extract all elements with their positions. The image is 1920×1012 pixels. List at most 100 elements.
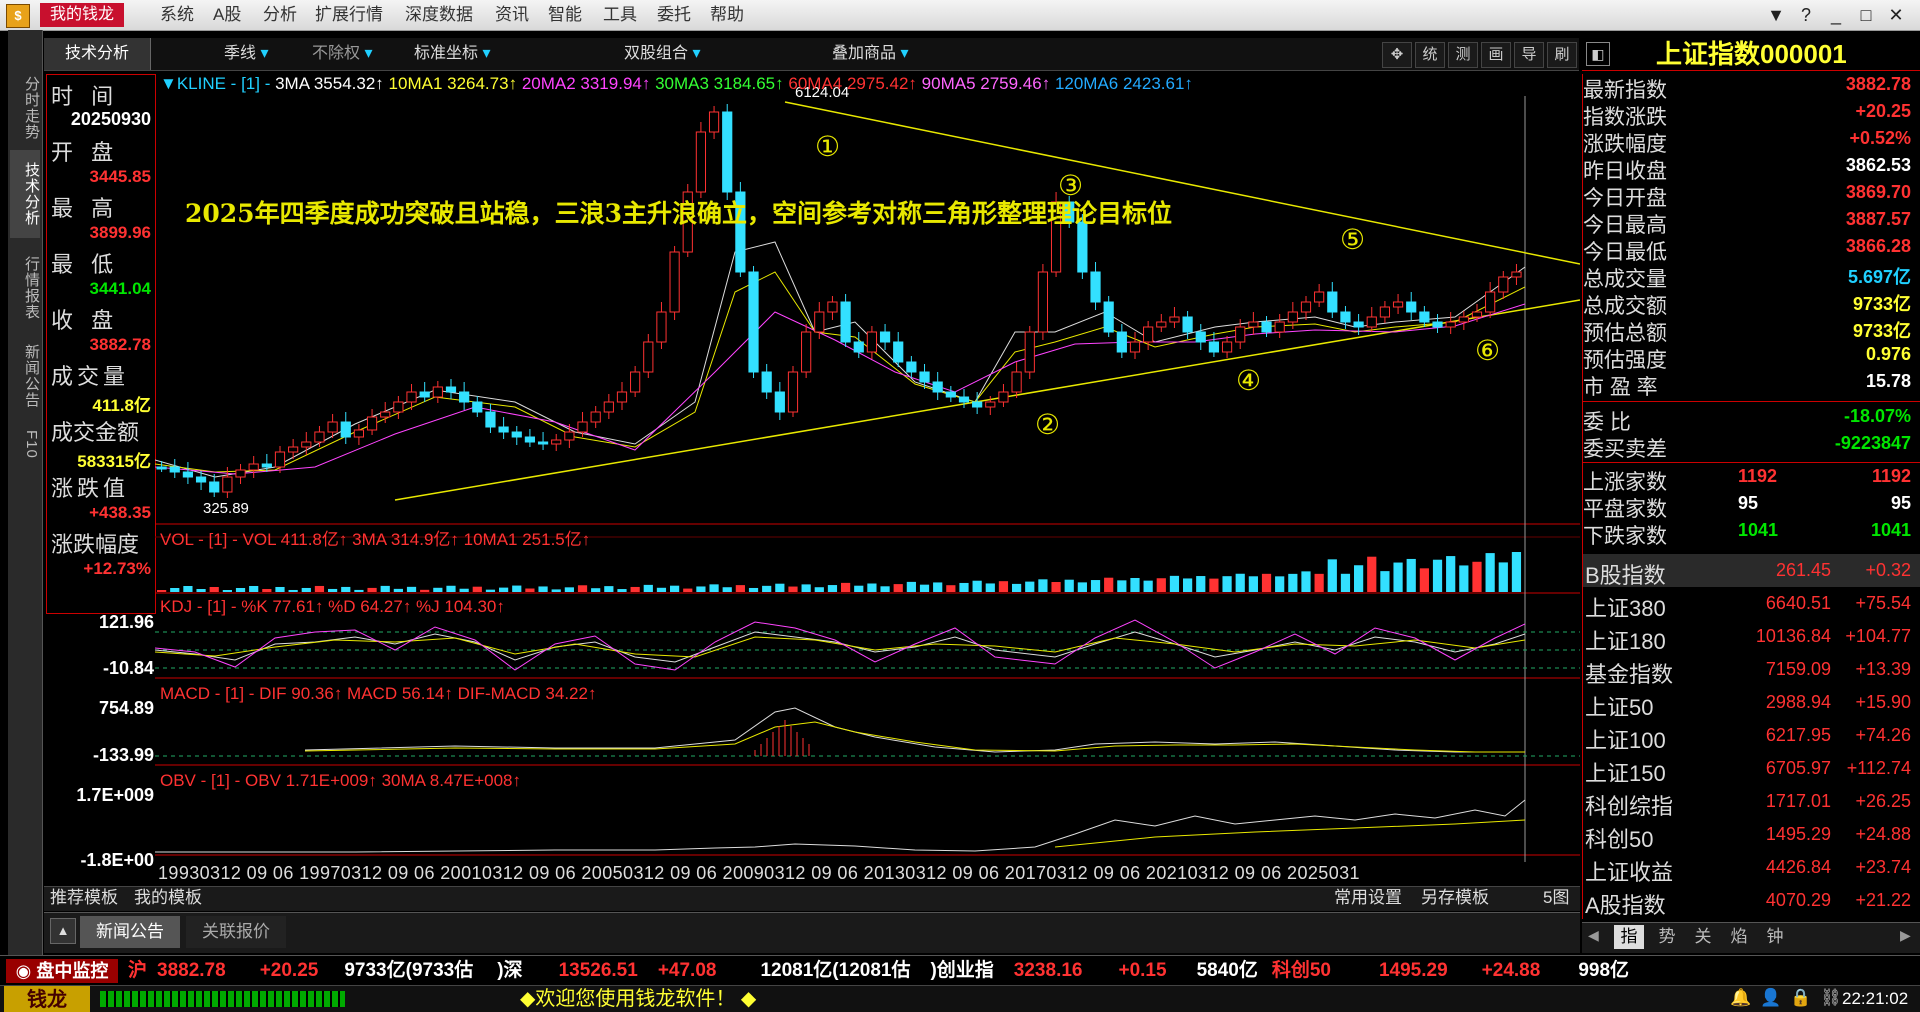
index-row[interactable]: 科创50 1495.29 +24.88 — [1583, 818, 1920, 852]
candle — [1103, 301, 1114, 333]
tab-intraday[interactable]: 分时走势 — [10, 70, 40, 146]
candle — [1353, 321, 1364, 328]
candle — [288, 446, 299, 453]
index-row[interactable]: 科创综指 1717.01 +26.25 — [1583, 785, 1920, 819]
volume-bar — [393, 588, 403, 592]
index-row[interactable]: 上证380 6640.51 +75.54 — [1583, 587, 1920, 621]
index-row[interactable]: 上证收益 4426.84 +23.74 — [1583, 851, 1920, 885]
volume-bar — [275, 586, 285, 592]
dropdown-button[interactable]: ▼ — [1764, 3, 1788, 27]
tab-quote-report[interactable]: 行情报表 — [10, 248, 40, 328]
volume-bar — [827, 585, 838, 592]
menu-news[interactable]: 资讯 — [495, 0, 529, 30]
low-value: 3441.04 — [89, 279, 151, 298]
tab-my-template[interactable]: 我的模板 — [134, 886, 202, 910]
menu-system[interactable]: 系统 — [160, 0, 194, 30]
tab-tech-analysis[interactable]: 技术分析 — [44, 38, 151, 70]
help-button[interactable]: ? — [1794, 3, 1818, 27]
kline-chart[interactable]: 6124.04 325.89 ① ② ③ ④ ⑤ ⑥ 2025年四季度成功突破且… — [155, 72, 1580, 862]
tab-related[interactable]: 关 — [1688, 925, 1718, 949]
index-row[interactable]: 上证150 6705.97 +112.74 — [1583, 752, 1920, 786]
candle — [419, 391, 430, 398]
measure-button[interactable]: 测 — [1448, 42, 1478, 68]
macd-axis-bottom: -133.99 — [92, 745, 154, 765]
volume-bar — [222, 589, 232, 592]
candle — [1090, 271, 1101, 303]
draw-button[interactable]: 画 — [1481, 42, 1511, 68]
tab-clock[interactable]: 钟 — [1760, 925, 1790, 949]
move-icon[interactable]: ✥ — [1382, 42, 1412, 68]
overlay-select[interactable]: 叠加商品 ▾ — [832, 38, 909, 70]
period-select[interactable]: 季线 ▾ — [224, 38, 269, 70]
candle — [1498, 276, 1509, 293]
index-row[interactable]: B股指数 261.45 +0.32 — [1583, 554, 1920, 588]
maximize-button[interactable]: □ — [1854, 3, 1878, 27]
panel-toggle-icon[interactable]: ▲ — [50, 918, 76, 944]
menu-tools[interactable]: 工具 — [603, 0, 637, 30]
tab-news-announcement[interactable]: 新闻公告 — [80, 916, 180, 948]
tab-index[interactable]: 指 — [1614, 925, 1644, 949]
monitor-eye-icon: ◉ — [15, 961, 37, 981]
menu-extended-quotes[interactable]: 扩展行情 — [315, 0, 383, 30]
volume-bar — [1367, 556, 1377, 592]
tab-recommended-template[interactable]: 推荐模板 — [50, 886, 118, 910]
ticker-item: 12081亿(12081估 — [760, 960, 911, 981]
candle — [1208, 341, 1220, 353]
volume-bar — [1446, 556, 1456, 592]
tab-related-quotes[interactable]: 关联报价 — [186, 916, 286, 948]
x-axis-labels: 19930312 09 06 19970312 09 06 20010312 0… — [158, 863, 1360, 883]
coordinate-select[interactable]: 标准坐标 ▾ — [414, 38, 491, 70]
index-row[interactable]: A股指数 4070.29 +21.22 — [1583, 884, 1920, 918]
panel-collapse-icon[interactable]: ◧ — [1586, 42, 1610, 66]
index-row[interactable]: 上证100 6217.95 +74.26 — [1583, 719, 1920, 753]
dual-stock-select[interactable]: 双股组合 ▾ — [624, 38, 701, 70]
stat-button[interactable]: 统 — [1415, 42, 1445, 68]
security-title: 上证指数000001 — [1656, 39, 1847, 69]
menu-trade[interactable]: 委托 — [657, 0, 691, 30]
adjust-select[interactable]: 不除权 ▾ — [312, 38, 373, 70]
refresh-button[interactable]: 刷 — [1547, 42, 1577, 68]
tab-trend[interactable]: 势 — [1652, 925, 1682, 949]
menu-analysis[interactable]: 分析 — [263, 0, 297, 30]
volume-bar — [1340, 573, 1351, 592]
index-row[interactable]: 基金指数 7159.09 +13.39 — [1583, 653, 1920, 687]
menu-smart[interactable]: 智能 — [548, 0, 582, 30]
obv-axis-top: 1.7E+009 — [76, 785, 154, 805]
lock-icon[interactable]: 🔒 — [1790, 988, 1811, 1008]
tab-news[interactable]: 新闻公告 — [10, 336, 40, 416]
scroll-left-icon[interactable]: ◀ — [1588, 927, 1599, 944]
clock-time: 22:21:02 — [1842, 989, 1909, 1008]
index-row[interactable]: 上证180 10136.84 +104.77 — [1583, 620, 1920, 654]
save-template-button[interactable]: 另存模板 — [1421, 886, 1489, 910]
candle — [182, 471, 194, 478]
order-row-label: 委买卖差 — [1583, 438, 1667, 461]
tab-f10[interactable]: F10 — [10, 424, 40, 464]
five-chart-button[interactable]: 5图 — [1543, 886, 1569, 910]
menu-a-shares[interactable]: A股 — [213, 0, 241, 30]
index-row[interactable]: 上证50 2988.94 +15.90 — [1583, 686, 1920, 720]
alarm-bell-icon[interactable]: 🔔 — [1730, 988, 1751, 1008]
volume-bar — [420, 589, 430, 592]
scroll-right-icon[interactable]: ▶ — [1900, 927, 1911, 944]
ma60-legend: 60MA4 2975.42↑ — [788, 74, 917, 93]
volume-bar — [1051, 582, 1061, 592]
volume-bar — [314, 585, 325, 592]
candle — [1195, 331, 1206, 343]
user-icon[interactable]: 👤 — [1760, 988, 1781, 1008]
close-button[interactable]: ✕ — [1884, 3, 1908, 27]
breadth-value-2: 1041 — [1870, 520, 1911, 540]
index-name: 上证380 — [1585, 596, 1666, 621]
monitor-label[interactable]: ◉ 盘中监控 — [6, 959, 118, 983]
minimize-button[interactable]: _ — [1824, 3, 1848, 27]
menu-help[interactable]: 帮助 — [710, 0, 744, 30]
app-name[interactable]: 我的钱龙 — [40, 3, 125, 27]
tab-flame[interactable]: 焰 — [1724, 925, 1754, 949]
volume-bar — [328, 588, 338, 592]
candle — [261, 463, 272, 468]
common-settings-button[interactable]: 常用设置 — [1334, 886, 1402, 910]
tab-technical-analysis[interactable]: 技术分析 — [10, 150, 40, 238]
menu-depth-data[interactable]: 深度数据 — [405, 0, 473, 30]
quote-row-value: 3866.28 — [1845, 236, 1911, 256]
export-button[interactable]: 导 — [1514, 42, 1544, 68]
volume-bar — [485, 589, 496, 592]
